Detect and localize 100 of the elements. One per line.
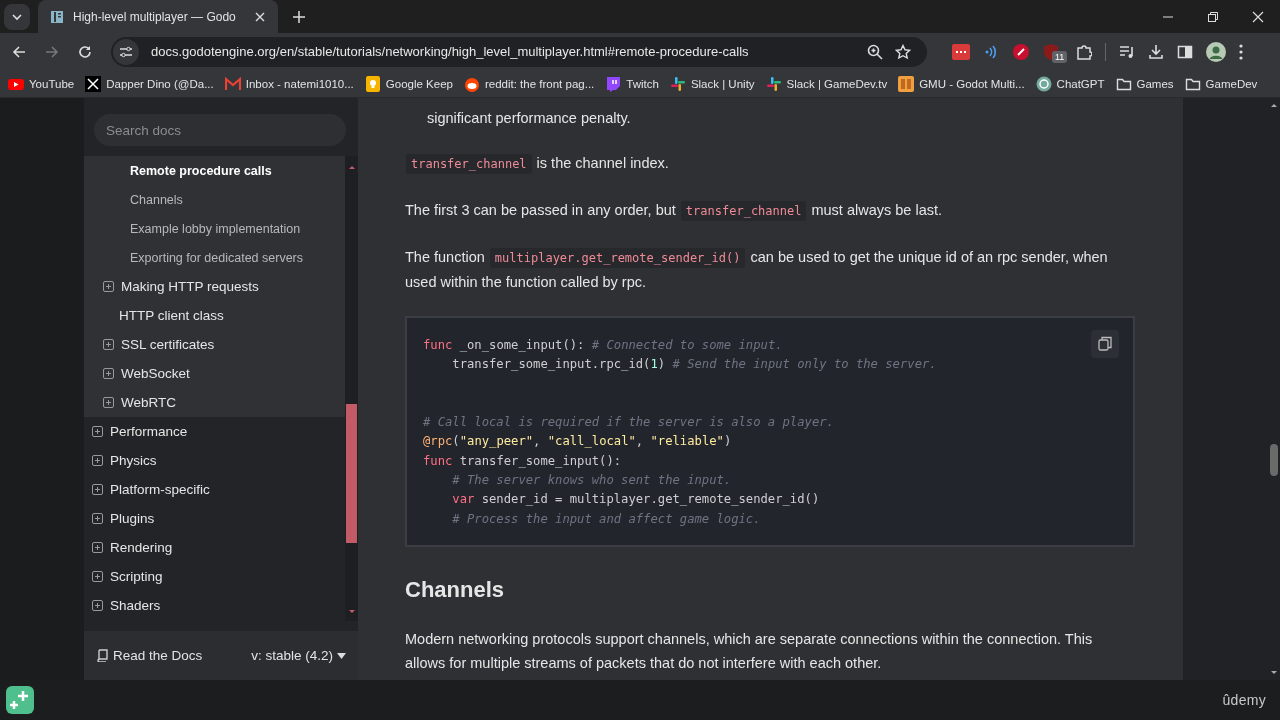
browser-tab[interactable]: High-level multiplayer — Godo <box>38 0 278 33</box>
bookmark[interactable]: Google Keep <box>364 75 453 92</box>
section-heading: Channels <box>405 575 506 604</box>
pinwheel-icon <box>765 75 782 92</box>
read-the-docs-link[interactable]: Read the Docs <box>96 648 203 663</box>
bookmark[interactable]: Dapper Dino (@Da... <box>85 75 214 92</box>
back-icon[interactable] <box>12 44 26 59</box>
nav-item[interactable]: SSL certificates <box>84 330 345 359</box>
knot-icon <box>1035 75 1052 92</box>
expand-icon[interactable] <box>92 426 103 437</box>
playlist-icon[interactable] <box>1119 43 1135 60</box>
expand-icon[interactable] <box>92 513 103 524</box>
paragraph: The function multiplayer.get_remote_sender_id() can be used to get the unique id of an rpc sender, when used within the function called by rpc. <box>405 247 1109 292</box>
version-selector[interactable]: v: stable (4.2) <box>251 648 346 663</box>
side-panel-icon[interactable] <box>1177 43 1193 60</box>
book-icon <box>50 9 64 24</box>
scrollbar-thumb[interactable] <box>1270 444 1278 476</box>
bookmark[interactable]: Inbox - natemi1010... <box>224 75 354 92</box>
avatar-icon[interactable] <box>1206 41 1226 62</box>
tab-search-icon[interactable] <box>4 3 30 30</box>
dots-icon[interactable] <box>952 43 970 60</box>
bookmark[interactable]: ChatGPT <box>1035 75 1105 92</box>
nav-item[interactable]: Performance <box>84 417 345 446</box>
count-badge: 11 <box>1052 50 1068 63</box>
chat-bubble-icon <box>605 75 622 92</box>
zoom-icon[interactable] <box>867 43 883 60</box>
code-line: # Call local is required if the server is also a player. <box>423 415 834 430</box>
expand-icon[interactable] <box>103 397 114 408</box>
code-line: func transfer_some_input(): <box>423 453 622 468</box>
nav-item[interactable]: WebRTC <box>84 388 345 417</box>
down-arrow-icon[interactable] <box>347 609 356 615</box>
nav-item[interactable]: Scripting <box>84 562 345 591</box>
plus-icon[interactable] <box>292 9 306 24</box>
round-logo-icon <box>463 75 480 92</box>
pinwheel-icon <box>669 75 686 92</box>
copy-icon[interactable] <box>1091 330 1119 358</box>
expand-icon[interactable] <box>103 281 114 292</box>
bookmark[interactable]: reddit: the front pag... <box>463 75 595 92</box>
bookmark[interactable]: YouTube <box>8 75 75 92</box>
round-logo-icon[interactable] <box>1012 42 1030 61</box>
nav-item[interactable]: Channels <box>84 185 345 214</box>
puzzle-icon[interactable] <box>1076 43 1092 60</box>
close-icon[interactable] <box>1252 10 1264 23</box>
nav-item[interactable]: Plugins <box>84 504 345 533</box>
expand-icon[interactable] <box>92 600 103 611</box>
x-logo-icon <box>85 75 102 92</box>
restore-icon[interactable] <box>1207 10 1219 23</box>
brand-logo: ûdemy <box>1222 692 1266 708</box>
search-field[interactable]: Search docs <box>94 114 346 146</box>
square-logo-icon <box>898 75 915 92</box>
bookmark[interactable]: GameDev <box>1184 75 1258 92</box>
scrollbar-thumb[interactable] <box>346 404 357 543</box>
paragraph: The first 3 can be passed in any order, but transfer_channel must always be last. <box>405 198 1135 223</box>
nav-item[interactable]: WebSocket <box>84 359 345 388</box>
nav-item[interactable]: Platform-specific <box>84 475 345 504</box>
code-line: # The server knows who sent the input. <box>451 473 732 488</box>
scrollbar[interactable] <box>345 156 358 621</box>
reload-icon[interactable] <box>78 44 92 59</box>
down-arrow-icon[interactable] <box>1270 670 1278 676</box>
paragraph: transfer_channel is the channel index. <box>405 151 1135 176</box>
nav-item[interactable]: HTTP client class <box>84 301 345 330</box>
paragraph: Modern networking protocols support channels, which are separate connections within the connection. This allows for multiple streams of packets that do not interfere with each other. <box>405 629 1094 673</box>
bookmark[interactable]: Games <box>1115 75 1174 92</box>
book-icon <box>96 649 108 662</box>
up-arrow-icon[interactable] <box>1270 102 1278 108</box>
bookmark[interactable]: GMU - Godot Multi... <box>898 75 1025 92</box>
expand-icon[interactable] <box>92 484 103 495</box>
expand-icon[interactable] <box>92 455 103 466</box>
forward-icon[interactable] <box>45 44 59 59</box>
address-bar[interactable]: docs.godotengine.org/en/stable/tutorials/networking/high_level_multiplayer.html#remote-procedure-calls <box>111 36 927 67</box>
nav-item[interactable]: Exporting for dedicated servers <box>84 243 345 272</box>
code-line: @rpc("any_peer", "call_local", "reliable") <box>423 434 732 449</box>
nav-item[interactable]: Rendering <box>84 533 345 562</box>
waves-icon[interactable] <box>983 43 999 60</box>
close-icon[interactable] <box>254 10 266 23</box>
expand-icon[interactable] <box>92 571 103 582</box>
bookmark[interactable]: Slack | Unity <box>669 75 755 92</box>
expand-icon[interactable] <box>103 368 114 379</box>
caret-icon <box>337 652 346 659</box>
code-line: transfer_some_input.rpc_id(1) # Send the input only to the server. <box>451 357 937 372</box>
menu-icon[interactable] <box>1239 43 1243 60</box>
bulb-icon <box>364 75 381 92</box>
bookmark[interactable]: Slack | GameDev.tv <box>765 75 888 92</box>
nav-item[interactable]: Physics <box>84 446 345 475</box>
download-icon[interactable] <box>1148 43 1164 60</box>
tune-icon[interactable] <box>113 38 139 65</box>
expand-icon[interactable] <box>92 542 103 553</box>
nav-item[interactable]: Example lobby implementation <box>84 214 345 243</box>
nav-item[interactable]: Remote procedure calls <box>84 156 345 185</box>
nav-item[interactable]: Shaders <box>84 591 345 620</box>
star-icon[interactable] <box>895 43 911 60</box>
code-line: var sender_id = multiplayer.get_remote_sender_id() <box>451 492 820 507</box>
mail-icon <box>224 75 241 92</box>
code-line: # Process the input and affect game logic. <box>451 511 761 526</box>
up-arrow-icon[interactable] <box>347 164 356 170</box>
add-icon[interactable] <box>6 686 34 714</box>
nav-item[interactable]: Making HTTP requests <box>84 272 345 301</box>
bookmark[interactable]: Twitch <box>605 75 659 92</box>
paragraph: significant performance penalty. <box>426 109 632 128</box>
expand-icon[interactable] <box>103 339 114 350</box>
